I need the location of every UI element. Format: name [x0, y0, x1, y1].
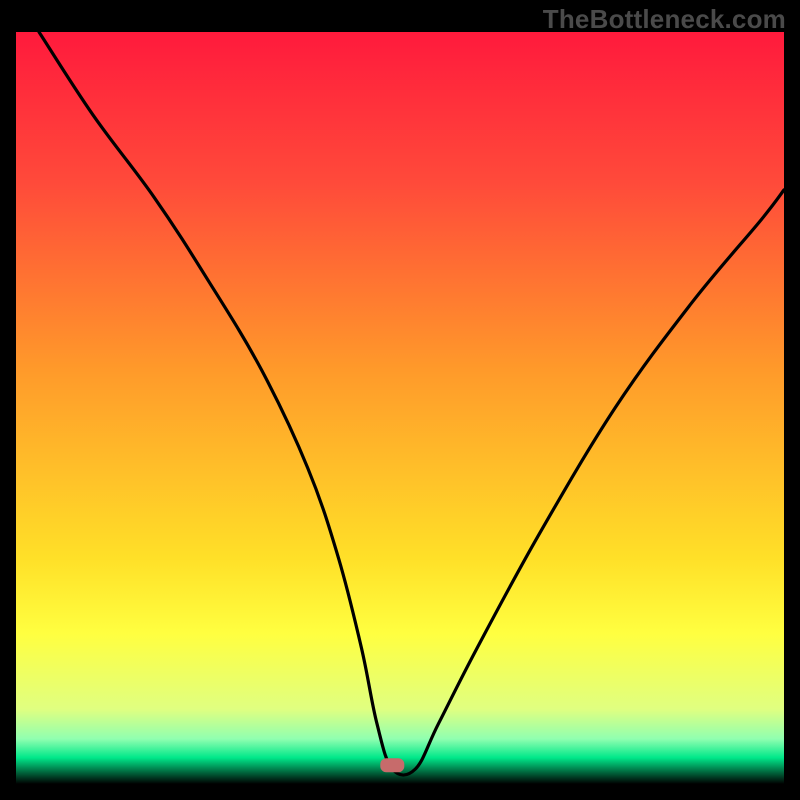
chart-frame [16, 32, 784, 784]
optimum-marker [380, 758, 404, 772]
gradient-background [16, 32, 784, 784]
watermark-text: TheBottleneck.com [543, 4, 786, 35]
bottleneck-chart [16, 32, 784, 784]
